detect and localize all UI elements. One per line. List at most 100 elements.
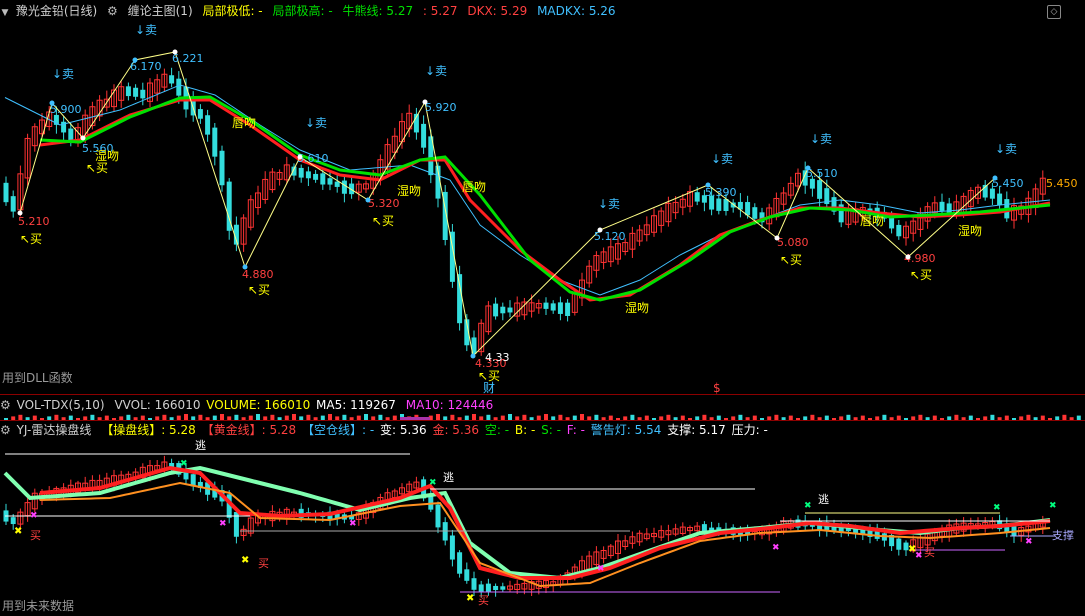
candle-body: [68, 128, 74, 141]
candle-body: [745, 202, 751, 216]
support-label: 支撑: [1052, 528, 1074, 542]
candle-body: [817, 180, 823, 199]
pivot-dot: [242, 264, 248, 270]
sell-signal: ↓卖: [175, 20, 197, 21]
wet-kiss-label: 湿吻: [958, 223, 982, 238]
price-label: 5.390: [705, 186, 737, 199]
f-x-marker: ✖: [772, 543, 780, 553]
candle-body: [212, 127, 218, 157]
main-candlestick-chart[interactable]: 5.2105.9005.5606.1706.2214.8805.6105.320…: [0, 20, 1085, 395]
buy-signal: ↖买: [780, 253, 802, 267]
candle-body: [557, 302, 563, 314]
candle-body: [197, 109, 203, 119]
radar-header: ⚙ YJ-雷达操盘线 【操盘线】: 5.28 【黄金线】: 5.28 【空仓线】…: [0, 421, 774, 439]
radar-title[interactable]: YJ-雷达操盘线: [17, 423, 92, 437]
sell-signal: ↓卖: [52, 67, 74, 81]
f-x-marker: ✖: [30, 511, 38, 521]
candle-body: [493, 303, 499, 317]
dollar-marker: $: [713, 381, 721, 395]
radar-candle-body: [485, 583, 491, 593]
radar-candle-body: [10, 517, 16, 525]
radar-buy-signal: 买: [30, 529, 41, 542]
collapse-chart-button[interactable]: ◇: [1047, 5, 1061, 19]
price-label: 5.510: [806, 167, 838, 180]
jinggao-value: 警告灯: 5.54: [590, 423, 662, 437]
f-x-marker: ✖: [597, 564, 605, 574]
indicator-name[interactable]: 缠论主图(1): [128, 4, 193, 18]
sell-signal: ↓卖: [425, 64, 447, 78]
collapse-main-button[interactable]: ▼: [0, 8, 10, 18]
settings-icon[interactable]: ⚙: [107, 4, 118, 18]
candle-body: [334, 181, 340, 187]
radar-chart[interactable]: 逃逃逃买买买买支撑✖✖✖✖✖✖ ✖✖✖✖✖✖✖✖ ✖ ✖: [0, 438, 1085, 616]
local-high-value: 局部极高: -: [272, 4, 333, 18]
vol-settings-icon[interactable]: ⚙: [0, 398, 11, 412]
sell-signal: ↓卖: [995, 142, 1017, 156]
bian-value: 变: 5.36: [380, 423, 427, 437]
kong-value: 空: -: [484, 423, 510, 437]
ma10-value: MA10: 124446: [405, 398, 494, 412]
vol-title[interactable]: VOL-TDX(5,10): [17, 398, 105, 412]
candle-body: [716, 198, 722, 211]
pivot-dot: [49, 100, 55, 106]
radar-buy-signal: 买: [924, 546, 935, 559]
escape-signal: 逃: [195, 439, 206, 452]
buy-signal: ↖买: [248, 283, 270, 297]
local-low-value: 局部极低: -: [202, 4, 263, 18]
candle-body: [896, 224, 902, 237]
pivot-dot: [80, 135, 86, 141]
vol-header: ⚙ VOL-TDX(5,10) VVOL: 166010 VOLUME: 166…: [0, 396, 499, 414]
radar-settings-icon[interactable]: ⚙: [0, 423, 11, 437]
candle-body: [3, 182, 9, 203]
candle-body: [169, 75, 175, 84]
price-label: 5.920: [425, 101, 457, 114]
main-chart-panel[interactable]: 5.210 5.900 5.560 6.170 6.221 4.880 5.610 5.320…: [0, 20, 1085, 395]
lip-kiss-label: 唇吻: [462, 180, 486, 194]
buy-signal: ↖买: [86, 161, 108, 175]
radar-candle-body: [896, 538, 902, 550]
price-label: 4.880: [242, 268, 274, 281]
kongcang-value: 【空仓线】: -: [302, 423, 375, 437]
candle-body: [500, 306, 506, 314]
candle-body: [320, 173, 326, 185]
price-label: 5.900: [50, 103, 82, 116]
buy-x-marker: ✖: [14, 526, 22, 537]
b-value: B: -: [514, 423, 536, 437]
radar-candle-body: [500, 586, 506, 590]
escape-signal: 逃: [818, 493, 829, 506]
wet-kiss-label: 湿吻: [397, 183, 421, 198]
escape-signal: 逃: [443, 471, 454, 484]
s-x-marker: ✖: [993, 503, 1001, 513]
s-value: S: -: [541, 423, 561, 437]
candle-body: [298, 167, 304, 178]
candle-body: [10, 196, 16, 212]
pivot-dot: [365, 197, 371, 203]
vvol-value: VVOL: 166010: [114, 398, 201, 412]
candle-body: [305, 171, 311, 179]
lip-kiss-label: 唇吻: [232, 116, 256, 130]
bull-bear-value: 牛熊线: 5.27: [342, 4, 414, 18]
divider-1: [0, 394, 1085, 395]
candle-body: [140, 89, 146, 99]
sell-signal: ↓卖: [135, 23, 157, 37]
candle-body: [997, 193, 1003, 206]
dkx-value: DKX: 5.29: [467, 4, 528, 18]
f-x-marker: ✖: [1025, 537, 1033, 547]
candle-body: [694, 192, 700, 202]
radar-candle-body: [478, 584, 484, 592]
buy-signal: ↖买: [910, 268, 932, 282]
candle-body: [219, 150, 225, 186]
pivot-dot: [805, 165, 811, 171]
price-label: 5.080: [777, 236, 809, 249]
kongcang-line: [3, 465, 1051, 581]
candle-body: [946, 203, 952, 213]
dll-footnote: 用到DLL函数: [2, 371, 73, 385]
s-x-marker: ✖: [429, 478, 437, 488]
candle-body: [723, 199, 729, 211]
zhicheng-value: 支撑: 5.17: [667, 423, 726, 437]
buy-signal: ↖买: [372, 214, 394, 228]
radar-candle-body: [464, 569, 470, 581]
lip-kiss-label: 唇吻: [860, 214, 884, 228]
radar-chart-panel[interactable]: 逃逃逃买买买买支撑 ✖ ✖ ✖ ✖ ✖ ✖ ✖ ✖ ✖ ✖ ✖ ✖ ✖ ✖ ✖ ✖ 用到未来数据: [0, 438, 1085, 616]
radar-candle-body: [493, 585, 499, 591]
